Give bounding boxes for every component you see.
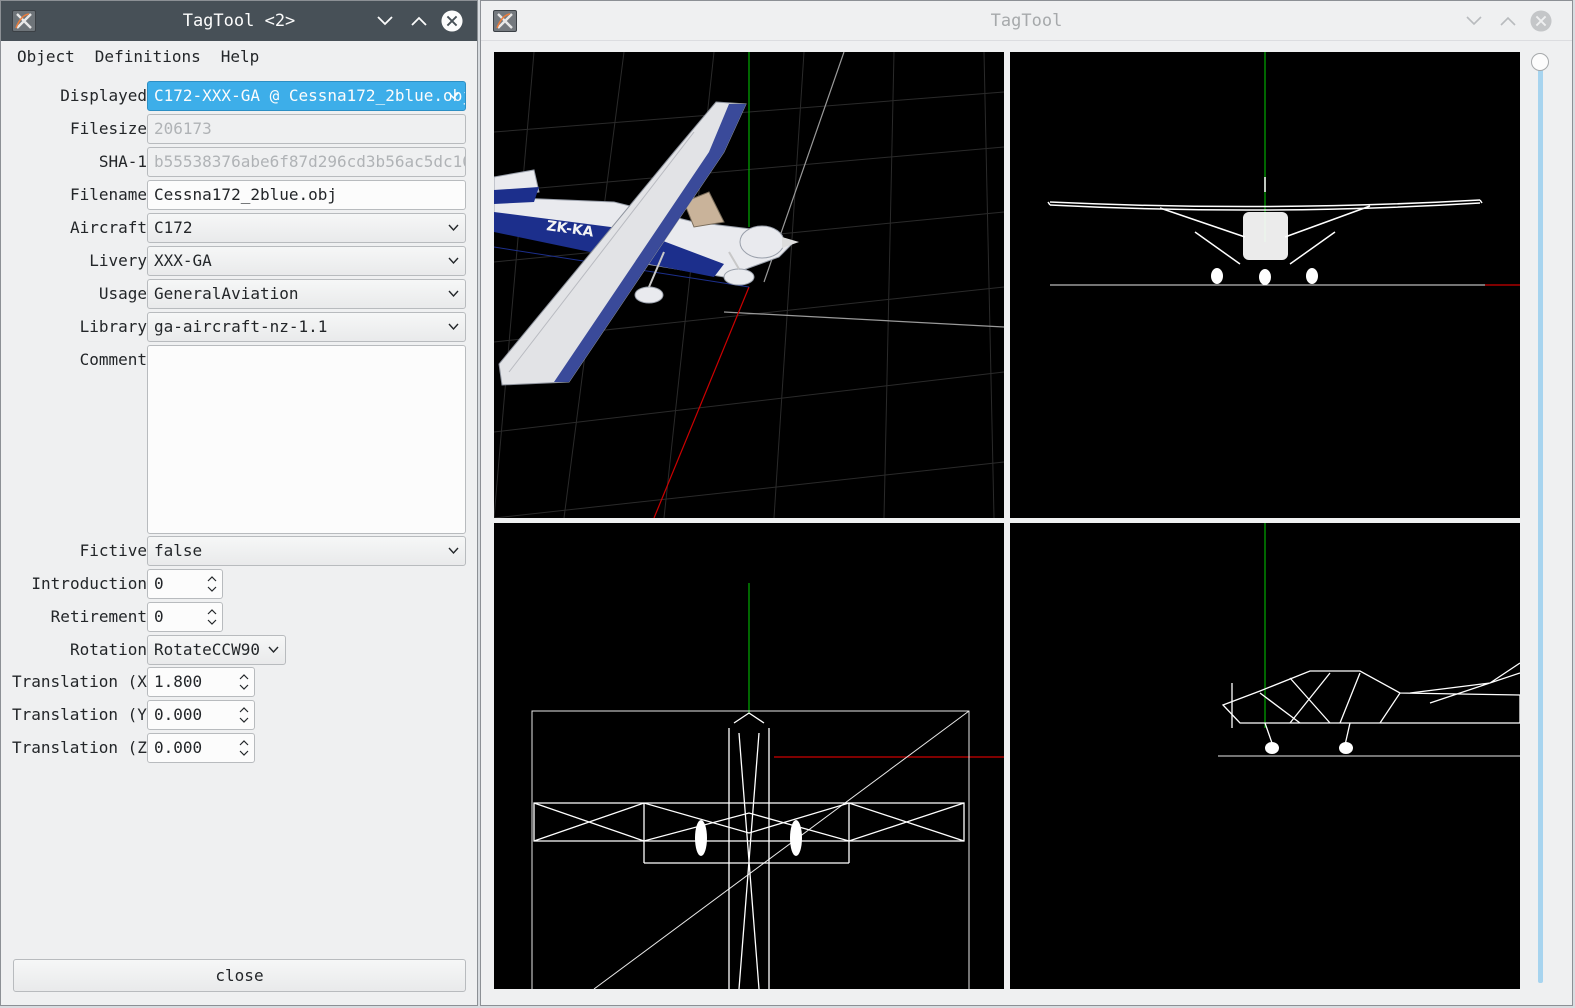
- row-translation-y: Translation (Y) 0.000: [1, 699, 479, 730]
- translation-z-label: Translation (Z): [12, 738, 157, 757]
- menu-help[interactable]: Help: [211, 43, 270, 71]
- retirement-label: Retirement: [50, 607, 147, 626]
- aircraft-label: Aircraft: [69, 218, 147, 237]
- translation-x-value: 1.800: [154, 672, 203, 691]
- displayed-label: Displayed: [60, 86, 147, 105]
- perspective-viewport[interactable]: ZK-KA: [494, 52, 1004, 518]
- row-translation-z: Translation (Z) 0.000: [1, 732, 479, 763]
- row-rotation: Rotation RotateCCW90: [1, 634, 479, 665]
- chevron-down-icon: [268, 646, 279, 654]
- library-value: ga-aircraft-nz-1.1: [154, 317, 328, 336]
- spin-arrows-icon[interactable]: [206, 606, 218, 628]
- livery-label: Livery: [89, 251, 147, 270]
- row-filename: Filename Cessna172_2blue.obj: [1, 179, 479, 210]
- minimize-icon[interactable]: [374, 10, 396, 32]
- chevron-down-icon: [448, 547, 459, 555]
- filename-label: Filename: [69, 185, 147, 204]
- viewer-titlebar[interactable]: TagTool: [481, 1, 1572, 41]
- library-combo[interactable]: ga-aircraft-nz-1.1: [147, 312, 466, 342]
- zoom-slider[interactable]: [1531, 53, 1549, 987]
- introduction-spinbox[interactable]: 0: [147, 569, 223, 599]
- sha1-label: SHA-1: [98, 152, 147, 171]
- row-displayed: Displayed C172-XXX-GA @ Cessna172_2blue.…: [1, 80, 479, 111]
- close-button[interactable]: close: [13, 959, 466, 992]
- row-introduction: Introduction 0: [1, 568, 479, 599]
- filesize-label: Filesize: [69, 119, 147, 138]
- translation-y-value: 0.000: [154, 705, 203, 724]
- aircraft-value: C172: [154, 218, 193, 237]
- slider-handle[interactable]: [1531, 53, 1549, 71]
- sha1-field: b55538376abe6f87d296cd3b56ac5dc10d: [147, 147, 466, 177]
- displayed-value: C172-XXX-GA @ Cessna172_2blue.obj: [154, 86, 466, 105]
- close-window-icon[interactable]: [441, 10, 463, 32]
- spin-arrows-icon[interactable]: [238, 704, 250, 726]
- chevron-down-icon: [448, 257, 459, 265]
- translation-y-spinbox[interactable]: 0.000: [147, 700, 255, 730]
- usage-combo[interactable]: GeneralAviation: [147, 279, 466, 309]
- side-viewport[interactable]: [1010, 523, 1520, 989]
- menu-object[interactable]: Object: [7, 43, 85, 71]
- translation-x-spinbox[interactable]: 1.800: [147, 667, 255, 697]
- filename-input[interactable]: Cessna172_2blue.obj: [147, 180, 466, 210]
- rotation-value: RotateCCW90: [154, 640, 260, 659]
- fictive-combo[interactable]: false: [147, 536, 466, 566]
- livery-value: XXX-GA: [154, 251, 212, 270]
- editor-window-title: TagTool <2>: [182, 11, 296, 31]
- viewer-window-title: TagTool: [990, 10, 1063, 31]
- rotation-label: Rotation: [69, 640, 147, 659]
- row-library: Library ga-aircraft-nz-1.1: [1, 311, 479, 342]
- front-viewport[interactable]: [1010, 52, 1520, 518]
- retirement-value: 0: [154, 607, 164, 626]
- comment-textarea[interactable]: [147, 345, 466, 534]
- row-comment: Comment: [1, 344, 479, 534]
- row-usage: Usage GeneralAviation: [1, 278, 479, 309]
- fictive-value: false: [154, 541, 203, 560]
- top-viewport[interactable]: [494, 523, 1004, 989]
- row-aircraft: Aircraft C172: [1, 212, 479, 243]
- introduction-label: Introduction: [31, 574, 147, 593]
- row-translation-x: Translation (X) 1.800: [1, 666, 479, 697]
- maximize-icon[interactable]: [408, 10, 430, 32]
- row-fictive: Fictive false: [1, 535, 479, 566]
- chevron-down-icon: [448, 290, 459, 298]
- rotation-combo[interactable]: RotateCCW90: [147, 635, 286, 665]
- menubar: Object Definitions Help: [1, 42, 477, 72]
- retirement-spinbox[interactable]: 0: [147, 602, 223, 632]
- fictive-label: Fictive: [79, 541, 147, 560]
- spin-arrows-icon[interactable]: [238, 737, 250, 759]
- comment-label: Comment: [79, 350, 147, 369]
- library-label: Library: [79, 317, 147, 336]
- slider-track[interactable]: [1538, 63, 1543, 983]
- tagtool-editor-window: TagTool <2> Object Definitions Help Disp…: [0, 0, 478, 1006]
- menu-definitions[interactable]: Definitions: [85, 43, 211, 71]
- row-retirement: Retirement 0: [1, 601, 479, 632]
- aircraft-combo[interactable]: C172: [147, 213, 466, 243]
- editor-titlebar[interactable]: TagTool <2>: [1, 1, 477, 41]
- filesize-field: 206173: [147, 114, 466, 144]
- usage-value: GeneralAviation: [154, 284, 299, 303]
- translation-x-label: Translation (X): [12, 672, 157, 691]
- translation-z-value: 0.000: [154, 738, 203, 757]
- chevron-down-icon: [448, 92, 459, 100]
- row-sha1: SHA-1 b55538376abe6f87d296cd3b56ac5dc10d: [1, 146, 479, 177]
- minimize-icon[interactable]: [1463, 10, 1485, 32]
- spin-arrows-icon[interactable]: [238, 671, 250, 693]
- row-livery: Livery XXX-GA: [1, 245, 479, 276]
- introduction-value: 0: [154, 574, 164, 593]
- tagtool-viewer-window: TagTool ZK-KA: [480, 0, 1573, 1006]
- maximize-icon[interactable]: [1497, 10, 1519, 32]
- spin-arrows-icon[interactable]: [206, 573, 218, 595]
- displayed-combo[interactable]: C172-XXX-GA @ Cessna172_2blue.obj: [147, 81, 466, 111]
- row-filesize: Filesize 206173: [1, 113, 479, 144]
- translation-z-spinbox[interactable]: 0.000: [147, 733, 255, 763]
- close-window-icon[interactable]: [1530, 10, 1552, 32]
- usage-label: Usage: [98, 284, 147, 303]
- livery-combo[interactable]: XXX-GA: [147, 246, 466, 276]
- translation-y-label: Translation (Y): [12, 705, 157, 724]
- chevron-down-icon: [448, 323, 459, 331]
- chevron-down-icon: [448, 224, 459, 232]
